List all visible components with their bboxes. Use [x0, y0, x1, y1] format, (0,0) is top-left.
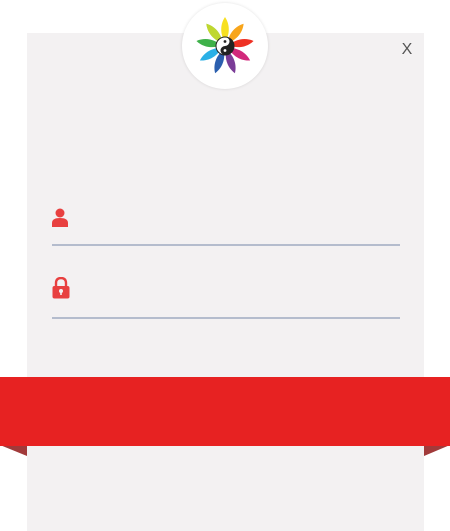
pinwheel-yinyang-icon: [196, 17, 254, 74]
login-submit-button[interactable]: [0, 377, 450, 446]
password-field: [52, 276, 402, 321]
close-button[interactable]: X: [398, 40, 416, 60]
username-input[interactable]: [80, 206, 402, 234]
password-underline: [52, 317, 400, 319]
ribbon-fold-left: [0, 445, 27, 456]
ribbon-fold-right: [424, 445, 450, 456]
password-input[interactable]: [80, 277, 402, 305]
username-underline: [52, 244, 400, 246]
close-icon: X: [401, 41, 413, 58]
lock-icon: [52, 276, 70, 304]
user-icon: [52, 208, 68, 232]
username-field: [52, 206, 402, 248]
app-logo: [182, 3, 268, 89]
